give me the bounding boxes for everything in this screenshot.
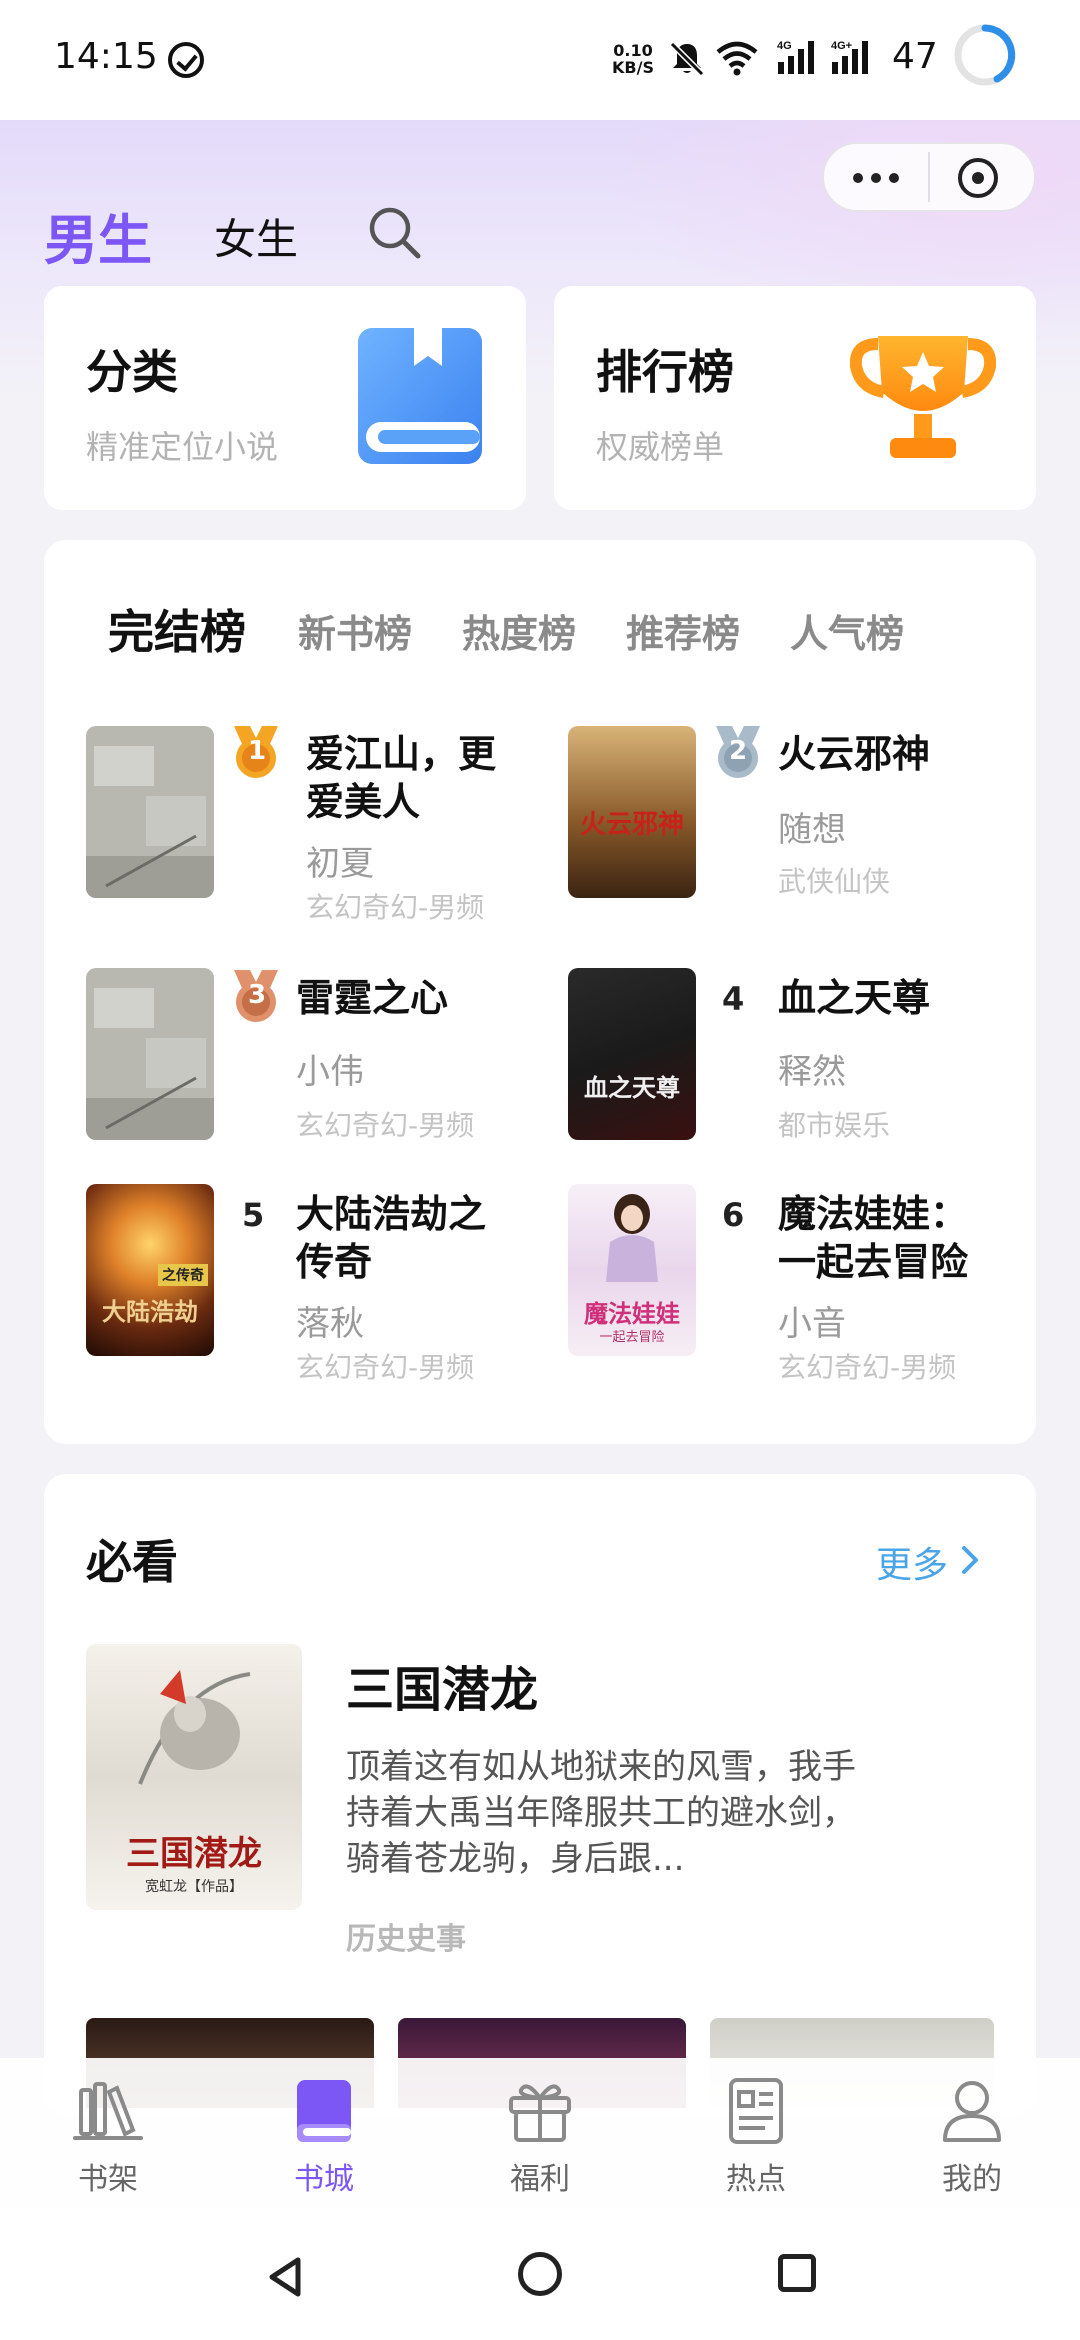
book-author: 小伟 (296, 1052, 364, 1092)
nav-label: 我的 (942, 2162, 1002, 2197)
book-genre: 都市娱乐 (778, 1109, 891, 1142)
wifi-icon (716, 41, 758, 76)
svg-text:4G: 4G (777, 40, 792, 52)
tab-female[interactable]: 女生 (214, 206, 298, 267)
trophy-icon (850, 336, 996, 458)
featured-book-genre: 历史史事 (346, 1922, 466, 1957)
book-author: 随想 (778, 810, 846, 850)
capsule-divider (928, 152, 930, 202)
nav-welfare[interactable]: 福利 (470, 2076, 610, 2198)
book-title[interactable]: 魔法娃娃：一起去冒险 (778, 1190, 990, 1286)
book-author: 初夏 (306, 844, 374, 884)
book-cover-title: 火云邪神 (579, 810, 684, 840)
nav-bookshelf[interactable]: 书架 (38, 2076, 178, 2198)
bookstore-icon (297, 2080, 351, 2142)
book-genre: 玄幻奇幻-男频 (778, 1351, 957, 1384)
rank-tab-completed[interactable]: 完结榜 (108, 596, 246, 662)
book-author: 释然 (778, 1052, 846, 1092)
book-cover[interactable]: 血之天尊 (568, 968, 696, 1140)
book-author: 小音 (778, 1304, 846, 1344)
svg-text:4G+: 4G+ (831, 40, 852, 52)
nav-label: 热点 (726, 2162, 786, 2197)
book-cover-title: 三国潜龙 (126, 1834, 262, 1874)
bookshelf-icon (73, 2082, 143, 2140)
tab-male[interactable]: 男生 (44, 196, 152, 275)
book-cover-tag: 一起去冒险 (599, 1330, 665, 1345)
book-cover-tag: 之传奇 (158, 1264, 208, 1286)
book-genre: 玄幻奇幻-男频 (296, 1351, 475, 1384)
book-cover[interactable]: 之传奇 大陆浩劫 (86, 1184, 214, 1356)
rank-number: 3 (248, 980, 267, 1010)
book-genre: 玄幻奇幻-男频 (296, 1109, 475, 1142)
nav-bookstore[interactable]: 书城 (254, 2076, 394, 2198)
book-genre: 武侠仙侠 (778, 865, 891, 898)
nav-label: 福利 (510, 2162, 570, 2197)
book-title[interactable]: 雷霆之心 (296, 974, 448, 1022)
book-cover[interactable] (86, 726, 214, 898)
book-genre: 玄幻奇幻-男频 (306, 891, 485, 924)
news-icon (729, 2078, 783, 2144)
book-cover[interactable]: 火云邪神 (568, 726, 696, 898)
check-circle-icon (168, 42, 204, 78)
recents-square-icon[interactable] (778, 2254, 816, 2292)
section-title: 必看 (86, 1535, 178, 1589)
more-link[interactable]: 更多 (876, 1536, 948, 1588)
book-title[interactable]: 火云邪神 (778, 730, 930, 778)
status-time: 14:15 (54, 36, 158, 77)
search-icon[interactable] (366, 204, 422, 260)
ranking-title: 排行榜 (596, 345, 734, 399)
rank-number: 5 (242, 1196, 265, 1234)
nav-hot[interactable]: 热点 (686, 2076, 826, 2198)
chevron-right-icon[interactable] (956, 1540, 984, 1580)
featured-book-cover[interactable]: 三国潜龙 宽虹龙【作品】 (86, 1644, 302, 1910)
signal-icon: 4G (777, 40, 814, 74)
gift-icon (509, 2084, 571, 2142)
close-circle-icon[interactable] (956, 156, 1000, 200)
book-icon (358, 328, 482, 464)
network-speed: 0.10 KB/S (612, 42, 654, 76)
more-dots-icon[interactable] (852, 172, 900, 184)
book-title[interactable]: 大陆浩劫之传奇 (296, 1190, 516, 1286)
rank-number: 2 (729, 736, 748, 766)
rank-tab-new[interactable]: 新书榜 (298, 603, 412, 658)
rank-tab-hot[interactable]: 热度榜 (462, 603, 576, 658)
home-circle-icon[interactable] (518, 2252, 562, 2296)
book-cover-title: 大陆浩劫 (102, 1297, 198, 1326)
network-speed-unit: KB/S (612, 58, 654, 77)
category-subtitle: 精准定位小说 (86, 428, 279, 466)
featured-book-description: 顶着这有如从地狱来的风雪，我手持着大禹当年降服共工的避水剑，骑着苍龙驹，身后跟.… (346, 1747, 856, 1879)
user-icon (943, 2081, 1001, 2142)
nav-label: 书城 (294, 2162, 354, 2197)
network-speed-value: 0.10 (613, 41, 653, 60)
book-title[interactable]: 血之天尊 (778, 974, 930, 1022)
rank-number: 6 (722, 1196, 745, 1234)
book-cover[interactable] (86, 968, 214, 1140)
battery-level: 47 (892, 36, 938, 77)
book-author: 落秋 (296, 1304, 364, 1344)
rank-tab-recommend[interactable]: 推荐榜 (626, 603, 740, 658)
featured-book-title[interactable]: 三国潜龙 (346, 1650, 538, 1720)
mute-icon (669, 41, 705, 76)
nav-label: 书架 (78, 2162, 138, 2197)
back-triangle-icon[interactable] (262, 2254, 308, 2300)
book-cover-title: 血之天尊 (584, 1073, 680, 1102)
category-title: 分类 (86, 345, 178, 399)
rank-number: 1 (248, 736, 267, 766)
battery-ring-icon (954, 24, 1016, 86)
book-cover-title: 魔法娃娃 (584, 1299, 680, 1328)
signal-icon: 4G+ (831, 40, 868, 74)
rank-tab-popular[interactable]: 人气榜 (790, 603, 904, 658)
book-title[interactable]: 爱江山，更爱美人 (306, 730, 516, 826)
rank-number: 4 (722, 980, 745, 1018)
book-cover-author: 宽虹龙【作品】 (145, 1879, 243, 1895)
book-cover[interactable]: 魔法娃娃 一起去冒险 (568, 1184, 696, 1356)
ranking-subtitle: 权威榜单 (596, 428, 725, 466)
nav-profile[interactable]: 我的 (902, 2076, 1042, 2198)
